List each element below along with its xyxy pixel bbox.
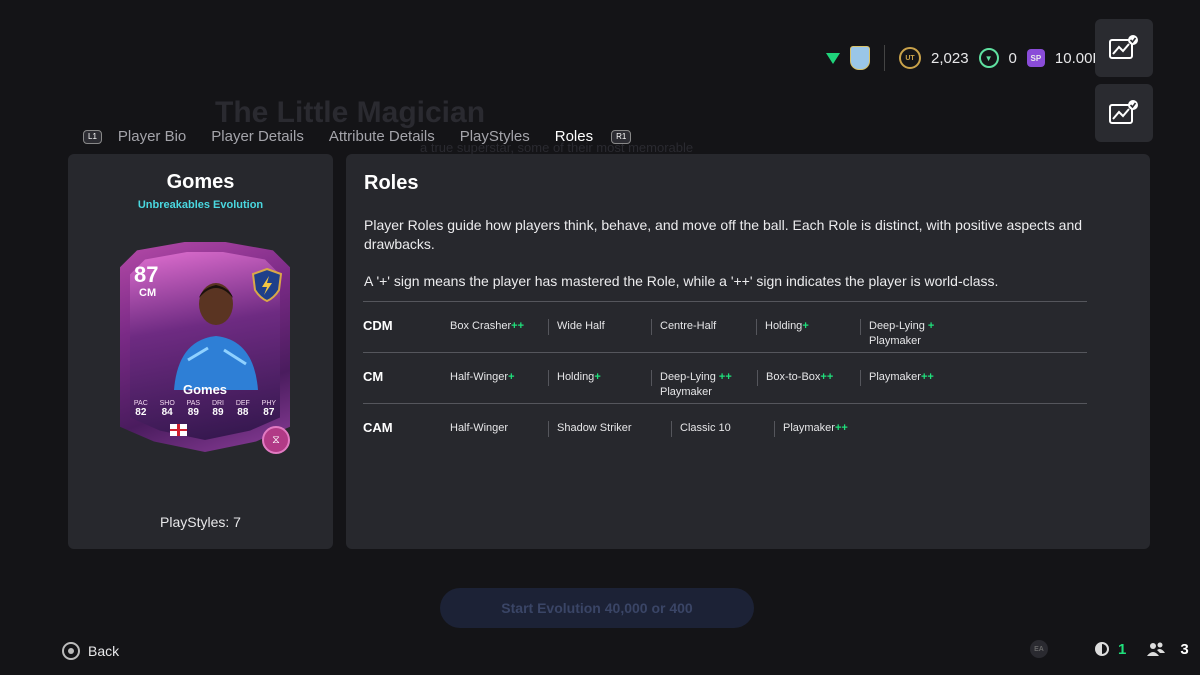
role-position: CAM — [363, 420, 393, 435]
role-item: Playmaker++ — [774, 421, 848, 437]
social-status: EA 1 3 — [1030, 640, 1189, 658]
role-item: Holding+ — [548, 370, 601, 386]
fc-points-icon: ▼ — [978, 48, 999, 68]
club-badge-icon — [850, 46, 870, 70]
chart-check-icon — [1109, 100, 1138, 124]
role-item: Wide Half — [548, 319, 605, 335]
start-evolution-button: Start Evolution 40,000 or 400 — [440, 588, 754, 628]
role-item: Box Crasher++ — [450, 320, 524, 332]
ea-logo-icon: EA — [1030, 640, 1048, 658]
card-stats: PAC 82 SHO 84 PAS 89 DRI 89 DEF 88 PHY 87 — [128, 400, 282, 418]
stat-sho: SHO 84 — [159, 400, 175, 418]
player-name: Gomes — [166, 171, 235, 193]
role-row-cdm: CDM Box Crasher++ Wide Half Centre-Half … — [363, 301, 1087, 352]
role-item: Half-Winger — [450, 422, 509, 434]
points-value: 0 — [1008, 49, 1017, 67]
tab-player-bio[interactable]: Player Bio — [118, 128, 186, 145]
chart-check-icon — [1109, 35, 1138, 59]
evolution-dna-icon: ⧖ — [262, 426, 290, 454]
party-icon[interactable] — [1146, 641, 1166, 657]
back-button[interactable]: Back — [62, 642, 119, 660]
party-count: 3 — [1180, 640, 1189, 658]
circle-button-icon — [62, 642, 80, 660]
stat-def: DEF 88 — [235, 400, 250, 418]
divider — [884, 45, 885, 71]
role-item: Playmaker++ — [860, 370, 934, 386]
card-player-name: Gomes — [182, 382, 228, 397]
roles-note: A '+' sign means the player has mastered… — [364, 273, 999, 289]
currency-bar: UT 2,023 ▼ 0 SP 10.00K/ — [826, 44, 1107, 72]
role-item: Half-Winger+ — [450, 371, 515, 383]
sp-icon: SP — [1026, 49, 1045, 67]
england-flag-icon — [170, 424, 187, 436]
roles-description: Player Roles guide how players think, be… — [364, 217, 1083, 252]
friends-online-icon — [1095, 642, 1109, 656]
back-label: Back — [88, 643, 120, 659]
role-item: Box-to-Box++ — [756, 370, 834, 386]
role-item: Deep-Lying ++ Playmaker — [651, 370, 732, 398]
role-row-cam: CAM Half-Winger Shadow Striker Classic 1… — [363, 403, 1087, 454]
card-rating: 87 — [134, 262, 159, 287]
division-triangle-icon — [826, 52, 840, 64]
stat-pac: PAC 82 — [133, 400, 148, 418]
stat-pas: PAS 89 — [186, 400, 201, 418]
coins-icon: UT — [899, 47, 921, 69]
card-type: Unbreakables Evolution — [137, 199, 264, 211]
role-item: Centre-Half — [650, 319, 717, 335]
card-position: CM — [139, 287, 157, 299]
tab-player-details[interactable]: Player Details — [211, 128, 304, 145]
tab-playstyles[interactable]: PlayStyles — [460, 128, 530, 145]
role-item: Shadow Striker — [548, 421, 632, 437]
role-item: Classic 10 — [671, 421, 731, 437]
player-portrait — [174, 283, 258, 390]
role-position: CM — [363, 369, 384, 384]
stat-phy: PHY 87 — [261, 400, 277, 418]
r1-button-hint[interactable]: R1 — [611, 129, 632, 144]
roles-panel: Roles Player Roles guide how players thi… — [346, 154, 1150, 549]
role-item: Deep-Lying + Playmaker — [859, 319, 935, 347]
tab-attribute-details[interactable]: Attribute Details — [329, 128, 435, 145]
tab-bar: L1 Player Bio Player Details Attribute D… — [83, 128, 632, 145]
playstyles-count: PlayStyles: 7 — [160, 514, 241, 530]
background-title: The Little Magician — [215, 96, 486, 129]
role-item: Holding+ — [756, 319, 809, 335]
evolution-tracker-button-2[interactable] — [1095, 84, 1153, 142]
evolution-tracker-button[interactable] — [1095, 19, 1153, 77]
role-position: CDM — [363, 318, 393, 333]
l1-button-hint[interactable]: L1 — [83, 129, 102, 144]
tab-roles[interactable]: Roles — [555, 128, 593, 145]
roles-table: CDM Box Crasher++ Wide Half Centre-Half … — [363, 301, 1087, 454]
role-row-cm: CM Half-Winger+ Holding+ Deep-Lying ++ Pl… — [363, 352, 1087, 403]
player-panel: Gomes Unbreakables Evolution 87 CM Gomes… — [68, 154, 333, 549]
stat-dri: DRI 89 — [211, 400, 224, 418]
coins-value: 2,023 — [931, 49, 969, 67]
roles-title: Roles — [364, 172, 419, 194]
friends-online-count: 1 — [1118, 640, 1127, 658]
player-card[interactable]: 87 CM Gomes PAC 82 SHO 84 PAS 89 DRI 89 DEF 8… — [120, 242, 290, 452]
shield-icon — [252, 268, 282, 302]
